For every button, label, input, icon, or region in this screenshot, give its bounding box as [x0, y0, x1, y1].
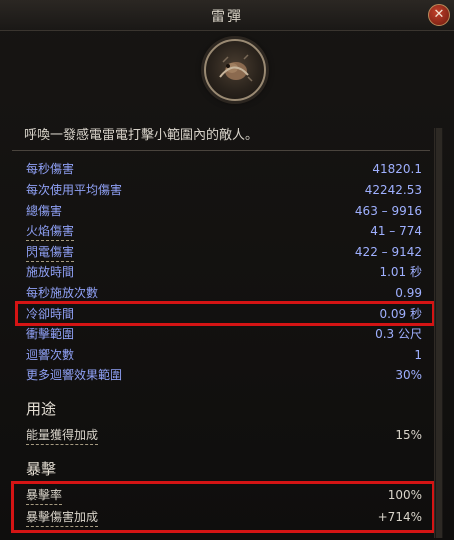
stat-value: 15% [395, 428, 422, 442]
stat-row: 每次使用平均傷害 42242.53 [26, 181, 422, 199]
close-button[interactable]: ✕ [428, 4, 450, 26]
window-title: 雷彈 [211, 9, 243, 25]
stat-label[interactable]: 閃電傷害 [26, 243, 75, 262]
skill-tooltip-window: 雷彈 ✕ 呼喚一發感電雷電打擊小範圍內的敵人。 每秒傷害 41820.1 每次使… [0, 0, 454, 540]
stat-label: 每秒傷害 [26, 162, 75, 176]
stat-label: 衝擊範圍 [26, 327, 75, 341]
crit-heading: 暴擊 [26, 460, 57, 478]
stat-label: 施放時間 [26, 265, 75, 279]
stat-value: 30% [395, 368, 422, 382]
stat-value: 41820.1 [372, 162, 422, 176]
stat-row: 迴響次數 1 [26, 346, 422, 364]
stat-row: 火焰傷害 41 – 774 [26, 222, 422, 241]
stat-row: 衝擊範圍 0.3 公尺 [26, 325, 422, 343]
stat-label[interactable]: 火焰傷害 [26, 222, 75, 241]
skill-description: 呼喚一發感電雷電打擊小範圍內的敵人。 [24, 128, 259, 143]
stat-value: 1 [414, 348, 422, 362]
stat-value: 42242.53 [364, 183, 422, 197]
stat-value: 1.01 秒 [379, 265, 422, 279]
usage-heading: 用途 [26, 400, 57, 418]
stat-row: 每秒施放次數 0.99 [26, 284, 422, 302]
usage-row: 能量獲得加成 15% [26, 426, 422, 445]
skill-icon-area [0, 30, 454, 116]
crit-highlight-box [11, 481, 435, 533]
stat-label: 更多迴響效果範圍 [26, 368, 123, 382]
stat-value: 0.3 公尺 [375, 327, 422, 341]
stat-label: 總傷害 [26, 204, 63, 218]
divider [12, 150, 430, 151]
stat-label[interactable]: 能量獲得加成 [26, 426, 99, 445]
stat-value: 41 – 774 [370, 224, 422, 238]
stat-label: 每次使用平均傷害 [26, 183, 123, 197]
cooldown-highlight-box [15, 301, 435, 326]
stat-row: 施放時間 1.01 秒 [26, 263, 422, 281]
scrollbar-thumb[interactable] [436, 128, 442, 538]
stat-label: 每秒施放次數 [26, 286, 99, 300]
close-icon: ✕ [433, 7, 445, 22]
stat-row: 總傷害 463 – 9916 [26, 202, 422, 220]
stat-label: 迴響次數 [26, 348, 75, 362]
title-bar: 雷彈 ✕ [0, 0, 454, 31]
stat-value: 463 – 9916 [354, 204, 422, 218]
stat-row: 每秒傷害 41820.1 [26, 160, 422, 178]
stat-value: 422 – 9142 [354, 245, 422, 259]
creature-icon [204, 39, 266, 101]
stat-row: 閃電傷害 422 – 9142 [26, 243, 422, 262]
stat-row: 更多迴響效果範圍 30% [26, 366, 422, 384]
stat-value: 0.99 [395, 286, 422, 300]
scrollbar[interactable] [434, 128, 443, 538]
